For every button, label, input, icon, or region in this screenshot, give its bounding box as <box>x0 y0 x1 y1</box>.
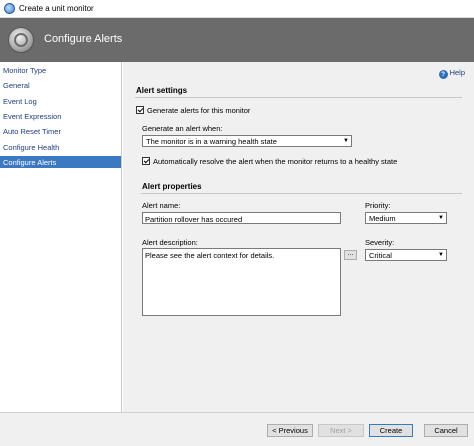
alert-settings-heading: Alert settings <box>136 86 188 95</box>
nav-item-general[interactable]: General <box>0 79 121 91</box>
monitor-orb-icon <box>8 27 34 53</box>
app-icon <box>4 3 15 14</box>
generate-alerts-row: Generate alerts for this monitor <box>136 106 250 115</box>
alert-description-label: Alert description: <box>142 238 198 247</box>
generate-alerts-checkbox[interactable] <box>136 106 144 114</box>
insert-parameter-button[interactable]: ... <box>344 250 357 260</box>
generate-when-select[interactable]: The monitor is in a warning health state… <box>142 135 352 147</box>
auto-resolve-row: Automatically resolve the alert when the… <box>142 157 397 166</box>
severity-value: Critical <box>369 251 392 260</box>
chevron-down-icon: ▼ <box>438 215 444 221</box>
help-icon: ? <box>438 70 448 79</box>
alert-description-textarea[interactable]: Please see the alert context for details… <box>142 248 341 316</box>
wizard-banner: Configure Alerts <box>0 18 474 62</box>
auto-resolve-checkbox[interactable] <box>142 157 150 165</box>
alert-properties-heading: Alert properties <box>142 182 202 191</box>
priority-select[interactable]: Medium ▼ <box>365 212 447 224</box>
nav-item-auto-reset-timer[interactable]: Auto Reset Timer <box>0 125 121 137</box>
title-bar: Create a unit monitor <box>0 0 474 18</box>
priority-label: Priority: <box>365 201 391 210</box>
severity-select[interactable]: Critical ▼ <box>365 249 447 261</box>
help-link[interactable]: ? Help <box>438 68 465 79</box>
nav-item-monitor-type[interactable]: Monitor Type <box>0 64 121 76</box>
create-button[interactable]: Create <box>369 424 413 437</box>
content-panel: ? Help Alert settings Generate alerts for… <box>123 62 474 412</box>
next-button[interactable]: Next > <box>318 424 364 437</box>
severity-label: Severity: <box>365 238 395 247</box>
wizard-steps-nav: Monitor Type General Event Log Event Exp… <box>0 62 122 412</box>
alert-name-label: Alert name: <box>142 201 181 210</box>
help-label: Help <box>449 68 465 77</box>
alert-name-input[interactable]: Partition rollover has occured <box>142 212 341 224</box>
generate-when-label: Generate an alert when: <box>142 124 223 133</box>
alert-description-value: Please see the alert context for details… <box>145 251 275 260</box>
generate-alerts-label: Generate alerts for this monitor <box>147 106 251 115</box>
nav-item-event-expression[interactable]: Event Expression <box>0 110 121 122</box>
window-title: Create a unit monitor <box>19 4 94 13</box>
previous-button[interactable]: < Previous <box>267 424 313 437</box>
priority-value: Medium <box>369 214 396 223</box>
chevron-down-icon: ▼ <box>343 138 349 144</box>
auto-resolve-label: Automatically resolve the alert when the… <box>153 157 398 166</box>
nav-item-configure-health[interactable]: Configure Health <box>0 141 121 153</box>
alert-properties-divider <box>141 193 462 194</box>
nav-item-event-log[interactable]: Event Log <box>0 95 121 107</box>
cancel-button[interactable]: Cancel <box>424 424 468 437</box>
page-title: Configure Alerts <box>44 33 123 45</box>
chevron-down-icon: ▼ <box>438 252 444 258</box>
alert-name-value: Partition rollover has occured <box>145 215 243 224</box>
wizard-footer: < Previous Next > Create Cancel <box>0 412 474 446</box>
generate-when-value: The monitor is in a warning health state <box>146 137 277 146</box>
nav-item-configure-alerts[interactable]: Configure Alerts <box>0 156 121 168</box>
alert-settings-divider <box>135 97 462 98</box>
